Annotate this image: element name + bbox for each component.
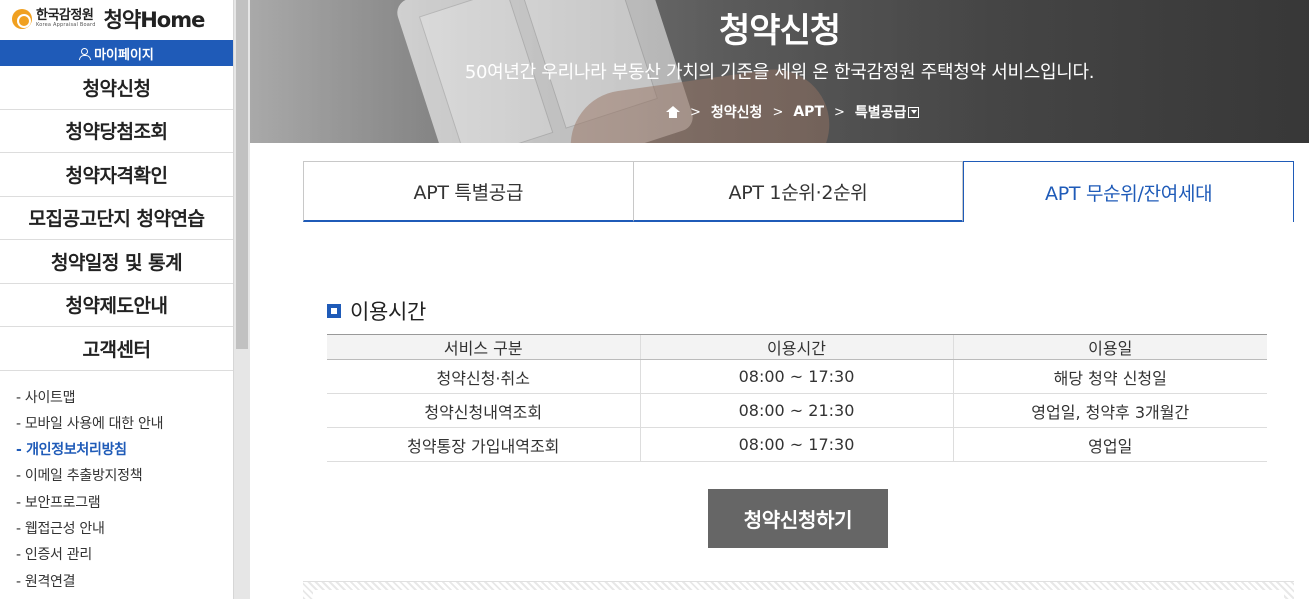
sidebar-item-eligibility[interactable]: 청약자격확인 (0, 153, 233, 197)
link-email-policy[interactable]: - 이메일 추출방지정책 (16, 463, 233, 489)
breadcrumb-current[interactable]: 특별공급 (855, 102, 920, 122)
link-remote-connect[interactable]: - 원격연결 (16, 569, 233, 595)
table-row: 청약신청내역조회 08:00 ~ 21:30 영업일, 청약후 3개월간 (327, 393, 1267, 428)
logo-org-name-en: Korea Appraisal Board (36, 22, 96, 28)
table-cell: 영업일, 청약후 3개월간 (952, 393, 1267, 428)
table-cell: 08:00 ~ 17:30 (639, 359, 953, 394)
link-accessibility[interactable]: - 웹접근성 안내 (16, 516, 233, 542)
chevron-right-icon: > (834, 104, 845, 120)
sidebar-item-practice[interactable]: 모집공고단지 청약연습 (0, 197, 233, 240)
sidebar: 한국감정원 Korea Appraisal Board 청약Home 마이페이지… (0, 0, 233, 599)
table-row: 청약신청·취소 08:00 ~ 17:30 해당 청약 신청일 (327, 359, 1267, 394)
usage-time-table: 서비스 구분 이용시간 이용일 청약신청·취소 08:00 ~ 17:30 해당… (327, 334, 1267, 462)
sidebar-item-apply[interactable]: 청약신청 (0, 66, 233, 110)
apply-button[interactable]: 청약신청하기 (708, 489, 888, 548)
table-cell: 영업일 (952, 427, 1267, 462)
chevron-right-icon: > (690, 104, 701, 120)
sidebar-scrollbar[interactable] (233, 0, 250, 599)
page-subtitle: 50여년간 우리나라 부동산 가치의 기준을 세워 온 한국감정원 주택청약 서… (464, 62, 1095, 83)
hero-banner: 청약신청 50여년간 우리나라 부동산 가치의 기준을 세워 온 한국감정원 주… (250, 0, 1309, 143)
table-cell: 해당 청약 신청일 (952, 359, 1267, 394)
breadcrumb: > 청약신청 > APT > 특별공급 (666, 102, 920, 122)
site-logo[interactable]: 한국감정원 Korea Appraisal Board 청약Home (0, 0, 233, 37)
sidebar-item-customer-center[interactable]: 고객센터 (0, 327, 233, 371)
footer-links: - 사이트맵 - 모바일 사용에 대한 안내 - 개인정보처리방침 - 이메일 … (0, 371, 233, 595)
sidebar-item-system-guide[interactable]: 청약제도안내 (0, 284, 233, 327)
tab-first-second-rank[interactable]: APT 1순위·2순위 (633, 161, 964, 222)
table-row: 청약통장 가입내역조회 08:00 ~ 17:30 영업일 (327, 427, 1267, 462)
mypage-label: 마이페이지 (94, 47, 154, 63)
table-header-row: 서비스 구분 이용시간 이용일 (327, 334, 1267, 360)
person-icon (79, 47, 92, 60)
tab-special-supply[interactable]: APT 특별공급 (303, 161, 634, 222)
breadcrumb-item[interactable]: 청약신청 (711, 102, 763, 122)
mypage-button[interactable]: 마이페이지 (0, 40, 233, 66)
home-icon[interactable] (666, 105, 680, 119)
logo-org-name: 한국감정원 (36, 8, 94, 23)
link-security-program[interactable]: - 보안프로그램 (16, 490, 233, 516)
hatched-divider (303, 581, 1294, 599)
sidebar-item-winning-check[interactable]: 청약당첨조회 (0, 110, 233, 153)
breadcrumb-item[interactable]: APT (793, 104, 824, 120)
link-mobile-guide[interactable]: - 모바일 사용에 대한 안내 (16, 411, 233, 437)
apt-tabs: APT 특별공급 APT 1순위·2순위 APT 무순위/잔여세대 (303, 161, 1295, 222)
table-cell: 청약신청·취소 (327, 359, 640, 394)
sidebar-item-schedule-stats[interactable]: 청약일정 및 통계 (0, 240, 233, 284)
table-cell: 청약신청내역조회 (327, 393, 640, 428)
link-sitemap[interactable]: - 사이트맵 (16, 385, 233, 411)
tab-unranked-remaining[interactable]: APT 무순위/잔여세대 (963, 161, 1295, 222)
section-title-text: 이용시간 (350, 300, 427, 324)
column-header: 이용시간 (639, 334, 953, 360)
link-privacy-policy[interactable]: - 개인정보처리방침 (16, 437, 233, 463)
scrollbar-thumb[interactable] (236, 0, 248, 349)
chevron-right-icon: > (772, 104, 784, 120)
link-certificate[interactable]: - 인증서 관리 (16, 542, 233, 568)
sidebar-menu: 청약신청 청약당첨조회 청약자격확인 모집공고단지 청약연습 청약일정 및 통계… (0, 66, 233, 371)
table-cell: 청약통장 가입내역조회 (327, 427, 640, 462)
bullet-square-icon (327, 304, 341, 318)
table-cell: 08:00 ~ 17:30 (639, 427, 953, 462)
dropdown-icon[interactable] (908, 107, 920, 118)
kab-logo-icon (12, 8, 32, 29)
table-cell: 08:00 ~ 21:30 (639, 393, 953, 428)
page-title: 청약신청 (718, 11, 841, 51)
column-header: 이용일 (952, 334, 1267, 360)
logo-brand: 청약Home (103, 7, 206, 32)
breadcrumb-item: 특별공급 (854, 105, 907, 121)
section-title: 이용시간 (327, 296, 426, 326)
column-header: 서비스 구분 (327, 334, 640, 360)
